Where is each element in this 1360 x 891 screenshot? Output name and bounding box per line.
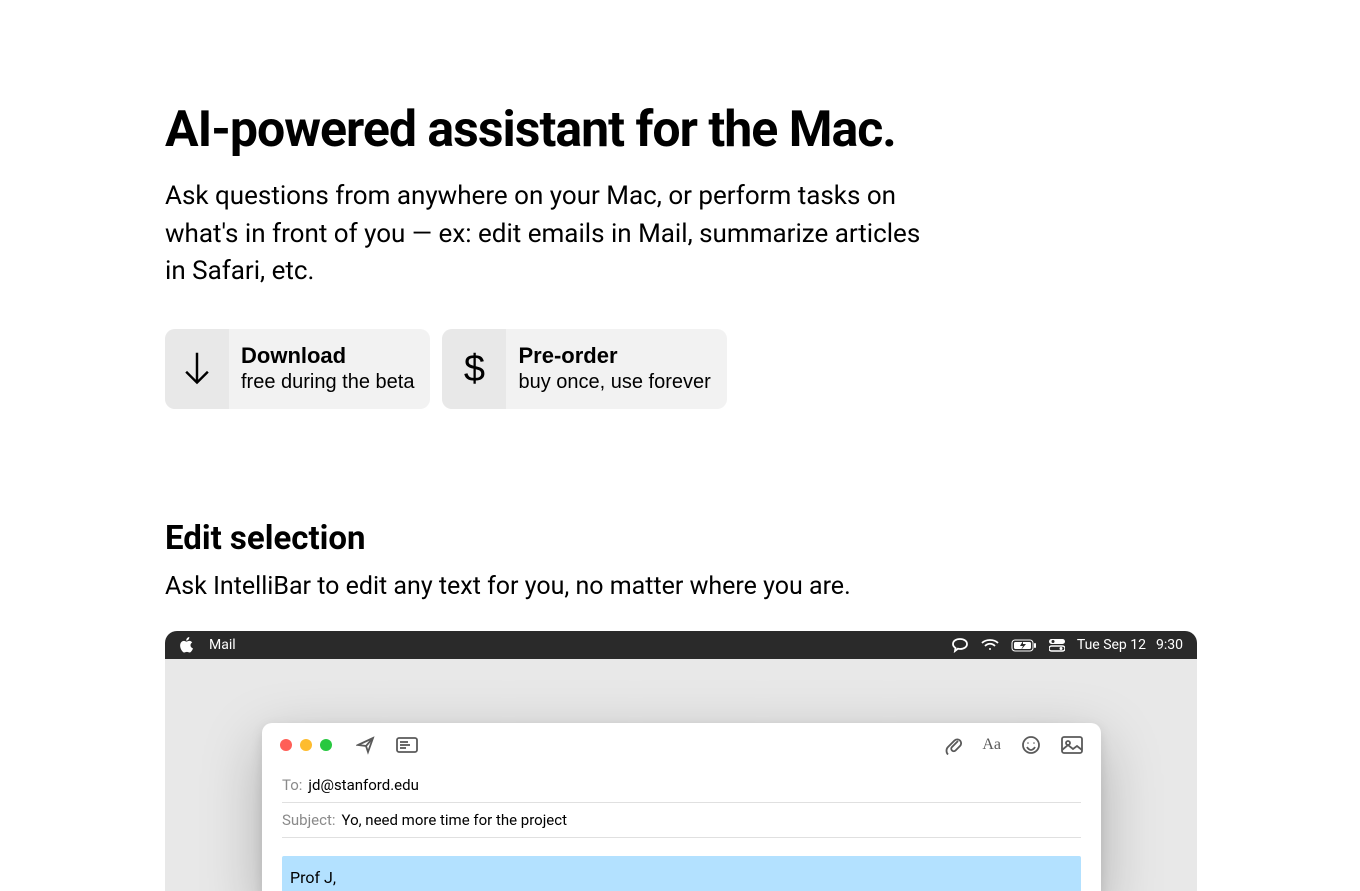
send-icon[interactable] [356, 735, 376, 755]
menubar-app-name: Mail [209, 637, 236, 653]
close-icon[interactable] [280, 739, 292, 751]
apple-icon [179, 637, 193, 653]
battery-icon [1011, 639, 1037, 652]
mail-compose-window: Aa [262, 723, 1101, 891]
to-field[interactable]: To: jd@stanford.edu [282, 768, 1081, 803]
preorder-title: Pre-order [518, 343, 617, 369]
control-center-icon [1049, 638, 1065, 652]
mail-body[interactable]: Prof J, [262, 838, 1101, 891]
chat-icon [951, 637, 969, 653]
dollar-icon: $ [442, 329, 506, 409]
wifi-icon [981, 638, 999, 652]
minimize-icon[interactable] [300, 739, 312, 751]
menubar-time: 9:30 [1156, 637, 1183, 653]
window-traffic-lights[interactable] [280, 739, 332, 751]
desktop-area: Aa [165, 659, 1197, 891]
format-icon[interactable]: Aa [982, 736, 1001, 754]
download-sub: free during the beta [241, 369, 414, 395]
preorder-sub: buy once, use forever [518, 369, 710, 395]
macos-menubar: Mail [165, 631, 1197, 659]
section-heading: Edit selection [165, 519, 1195, 558]
subject-field[interactable]: Subject: Yo, need more time for the proj… [282, 803, 1081, 838]
maximize-icon[interactable] [320, 739, 332, 751]
download-button[interactable]: Download free during the beta [165, 329, 430, 409]
section-sub: Ask IntelliBar to edit any text for you,… [165, 572, 1195, 601]
attachment-icon[interactable] [944, 735, 962, 755]
to-value: jd@stanford.edu [308, 776, 418, 794]
hero-subheadline: Ask questions from anywhere on your Mac,… [165, 178, 925, 291]
cta-row: Download free during the beta $ Pre-orde… [165, 329, 1195, 409]
subject-label: Subject: [282, 811, 336, 829]
menubar-date: Tue Sep 12 [1077, 637, 1146, 653]
download-icon [165, 329, 229, 409]
hero-headline: AI-powered assistant for the Mac. [165, 100, 1195, 160]
emoji-icon[interactable] [1021, 735, 1041, 755]
demo-frame: Mail [165, 631, 1197, 891]
preorder-button[interactable]: $ Pre-order buy once, use forever [442, 329, 726, 409]
selected-text: Prof J, [282, 856, 1081, 891]
subject-value: Yo, need more time for the project [342, 811, 567, 829]
header-fields-icon[interactable] [396, 737, 418, 753]
mail-toolbar: Aa [262, 723, 1101, 768]
to-label: To: [282, 776, 302, 794]
photo-icon[interactable] [1061, 736, 1083, 754]
download-title: Download [241, 343, 346, 369]
